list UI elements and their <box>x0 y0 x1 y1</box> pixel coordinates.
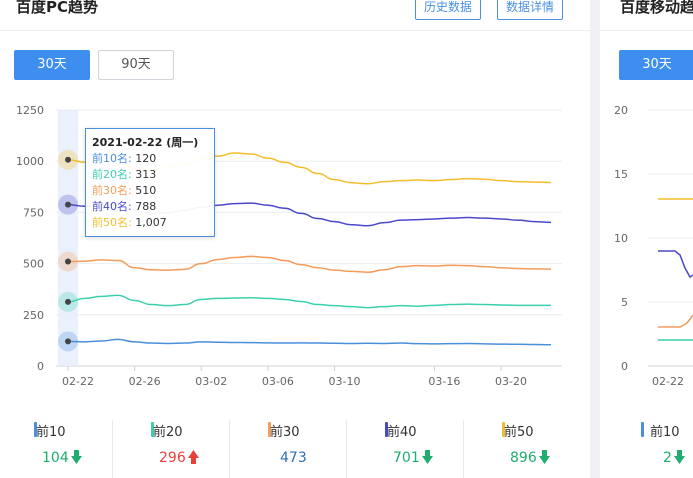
legend-item-top40[interactable]: 前40 701 <box>351 415 468 478</box>
tooltip-row-top10: 前10名: 120 <box>92 151 208 167</box>
x-tick-label: 02-22 <box>62 375 94 388</box>
tooltip-label: 前30名: <box>92 184 132 197</box>
legend-value: 701 <box>393 450 433 466</box>
y-tick-label: 20 <box>614 104 628 117</box>
tooltip-label: 前50名: <box>92 216 132 229</box>
mobile-trend-chart[interactable]: 20 15 10 5 0 02-22 <box>600 0 693 400</box>
legend-value: 896 <box>510 450 550 466</box>
hover-band <box>58 110 78 366</box>
tooltip-row-top30: 前30名: 510 <box>92 183 208 199</box>
y-tick-label: 250 <box>23 309 44 322</box>
y-tick-label: 0 <box>37 360 44 373</box>
tooltip-label: 前20名: <box>92 168 132 181</box>
legend-item-top50[interactable]: 前50 896 <box>468 415 585 478</box>
arrow-down-icon <box>70 450 82 464</box>
legend-color-bar <box>641 422 644 437</box>
x-tick-label: 03-06 <box>262 375 294 388</box>
y-tick-label: 10 <box>614 232 628 245</box>
legend-value: 296 <box>159 450 199 466</box>
legend-value: 104 <box>42 450 82 466</box>
series-line-top30 <box>67 255 552 273</box>
tooltip-row-top50: 前50名: 1,007 <box>92 215 208 231</box>
legend-item-top10[interactable]: 前10 104 <box>0 415 117 478</box>
tooltip-value: 313 <box>135 168 157 181</box>
tooltip-value: 788 <box>135 200 157 213</box>
tooltip-label: 前10名: <box>92 152 132 165</box>
x-tick-label: 03-02 <box>195 375 227 388</box>
arrow-down-icon <box>421 450 433 464</box>
x-tick-label: 02-26 <box>129 375 161 388</box>
legend-name: 前40 <box>387 425 417 440</box>
legend-divider <box>463 420 464 478</box>
tooltip-row-top40: 前40名: 788 <box>92 199 208 215</box>
y-tick-label: 1250 <box>16 104 44 117</box>
tooltip-label: 前40名: <box>92 200 132 213</box>
x-tick-label: 03-20 <box>495 375 527 388</box>
legend-value-text: 296 <box>159 450 186 466</box>
y-tick-label: 5 <box>621 296 628 309</box>
legend-value-text: 896 <box>510 450 537 466</box>
hover-marker-top30 <box>65 258 71 265</box>
legend-name: 前20 <box>153 425 183 440</box>
y-tick-label: 15 <box>614 168 628 181</box>
legend-item-top10[interactable]: 前10 2 <box>600 415 693 478</box>
legend-value-text: 104 <box>42 450 69 466</box>
y-tick-labels: 20 15 10 5 0 <box>614 104 628 373</box>
hover-marker-top50 <box>65 156 71 163</box>
chart-tooltip: 2021-02-22 (周一) 前10名: 120 前20名: 313 前30名… <box>85 128 215 237</box>
legend-divider <box>346 420 347 478</box>
series-line-top20 <box>67 294 551 309</box>
hover-marker-top20 <box>65 298 71 305</box>
legend-name: 前10 <box>36 425 66 440</box>
legend-name: 前30 <box>270 425 300 440</box>
pc-trend-panel: 百度PC趋势 历史数据 数据详情 30天 90天 1250 1000 750 500 2… <box>0 0 590 478</box>
hover-marker-top10 <box>65 338 71 345</box>
legend-name: 前10 <box>650 425 680 440</box>
y-tick-label: 500 <box>23 258 44 271</box>
x-tick-label: 03-16 <box>428 375 460 388</box>
tooltip-date: 2021-02-22 (周一) <box>92 136 199 149</box>
y-tick-label: 0 <box>621 360 628 373</box>
x-tick-label: 02-22 <box>652 375 684 388</box>
legend-value-text: 2 <box>663 450 672 466</box>
legend-value: 473 <box>280 450 307 466</box>
hover-marker-top40 <box>65 201 71 208</box>
tooltip-value: 1,007 <box>135 216 167 229</box>
y-tick-label: 1000 <box>16 155 44 168</box>
legend-name: 前50 <box>504 425 534 440</box>
legend-divider <box>229 420 230 478</box>
arrow-down-icon <box>538 450 550 464</box>
series-line-top10 <box>67 338 552 346</box>
x-tick-label: 03-10 <box>328 375 360 388</box>
arrow-down-icon <box>673 450 685 464</box>
tooltip-row-top20: 前20名: 313 <box>92 167 208 183</box>
arrow-up-icon <box>187 450 199 464</box>
tooltip-value: 120 <box>135 152 157 165</box>
series-line-top30 <box>658 314 693 328</box>
legend-value: 2 <box>663 450 685 466</box>
legend-item-top20[interactable]: 前20 296 <box>117 415 234 478</box>
tooltip-value: 510 <box>135 184 157 197</box>
series-line-top40 <box>658 250 693 279</box>
legend-value-text: 701 <box>393 450 420 466</box>
legend-divider <box>112 420 113 478</box>
legend-item-top30[interactable]: 前30 473 <box>234 415 351 478</box>
mobile-trend-panel: 百度移动趋势 30天 20 15 10 5 0 02-22 前10 2 <box>600 0 693 478</box>
y-tick-label: 750 <box>23 206 44 219</box>
